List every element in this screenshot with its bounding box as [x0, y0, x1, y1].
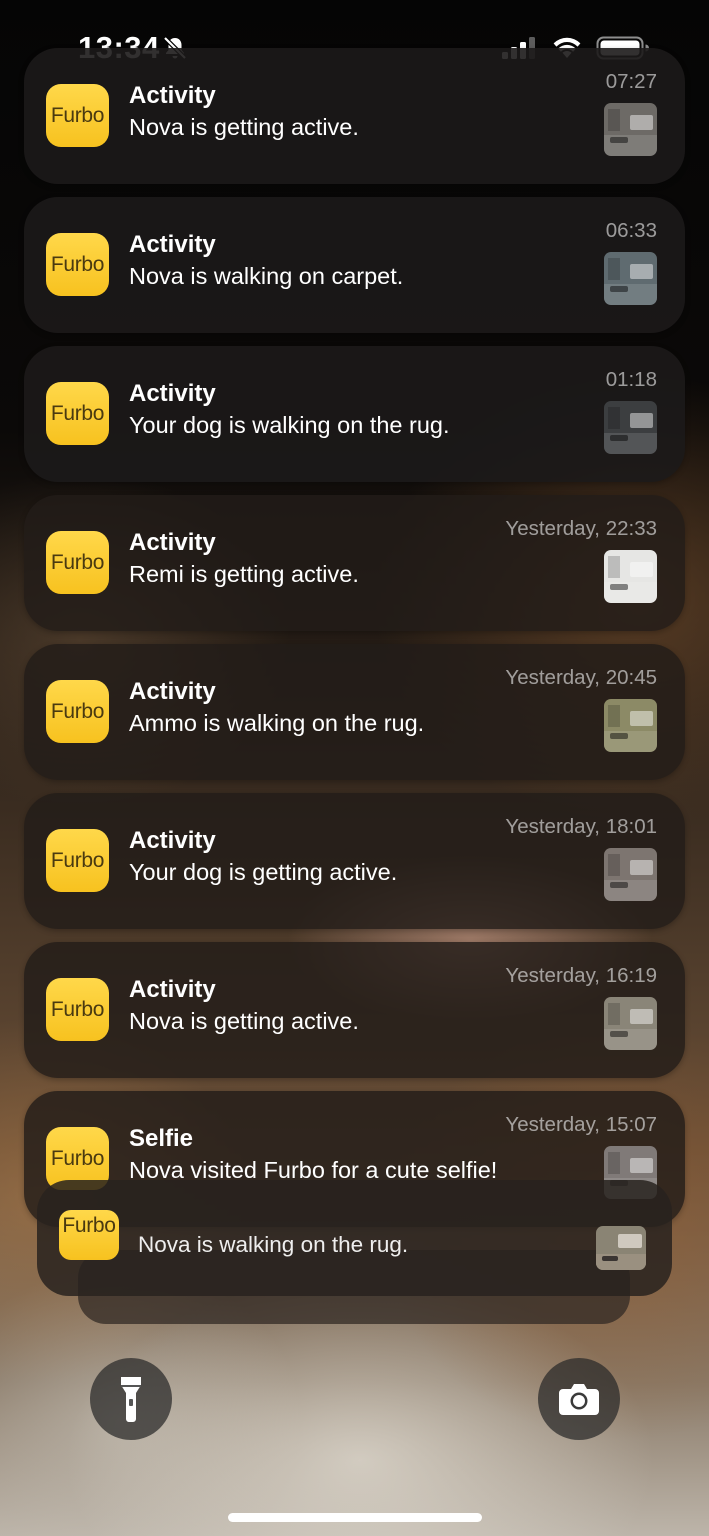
notification-body: Nova is walking on carpet. — [129, 263, 404, 289]
furbo-app-icon: Furbo — [46, 531, 109, 594]
notification-title: Activity — [129, 529, 216, 556]
furbo-app-icon: Furbo — [46, 680, 109, 743]
notification-card[interactable]: Furbo Activity Ammo is walking on the rug.… — [24, 644, 685, 780]
app-icon-label: Furbo — [50, 550, 105, 574]
furbo-app-icon: Furbo — [46, 829, 109, 892]
stacked-notification[interactable]: Furbo Nova is walking on the rug. — [37, 1180, 672, 1296]
camera-snapshot-thumbnail — [604, 699, 657, 752]
notification-time: Yesterday, 18:01 — [505, 815, 657, 838]
camera-snapshot-thumbnail — [604, 997, 657, 1050]
notification-title: Activity — [129, 82, 216, 109]
notification-time: Yesterday, 16:19 — [505, 964, 657, 987]
notification-body: Nova is getting active. — [129, 1008, 359, 1034]
notification-title: Activity — [129, 827, 216, 854]
notification-title: Selfie — [129, 1125, 194, 1152]
camera-snapshot-thumbnail — [604, 550, 657, 603]
notification-body: Ammo is walking on the rug. — [129, 710, 425, 736]
notification-card[interactable]: Furbo Activity Nova is walking on carpet. 0… — [24, 197, 685, 333]
camera-snapshot-thumbnail — [604, 401, 657, 454]
notification-time: 07:27 — [605, 70, 657, 93]
notification-body: Nova is walking on the rug. — [138, 1232, 409, 1257]
app-icon-label: Furbo — [50, 252, 105, 276]
notification-body: Your dog is getting active. — [129, 859, 398, 885]
notification-time: Yesterday, 15:07 — [505, 1113, 657, 1136]
notification-body: Nova is getting active. — [129, 114, 359, 140]
notification-card[interactable]: Furbo Activity Remi is getting active. Yest… — [24, 495, 685, 631]
furbo-app-icon: Furbo — [46, 382, 109, 445]
notification-time: 06:33 — [605, 219, 657, 242]
notification-title: Activity — [129, 380, 216, 407]
app-icon-label: Furbo — [50, 997, 105, 1021]
notification-card[interactable]: Furbo Activity Nova is getting active. 07:2… — [24, 48, 685, 184]
notification-title: Activity — [129, 678, 216, 705]
notification-body: Your dog is walking on the rug. — [129, 412, 450, 438]
camera-snapshot-thumbnail — [604, 848, 657, 901]
app-icon-label: Furbo — [50, 103, 105, 127]
camera-icon — [559, 1384, 599, 1415]
app-icon-label: Furbo — [50, 848, 105, 872]
flashlight-icon — [121, 1377, 141, 1422]
app-icon-label: Furbo — [50, 401, 105, 425]
notification-body: Remi is getting active. — [129, 561, 359, 587]
flashlight-button[interactable] — [90, 1358, 172, 1440]
home-indicator[interactable] — [228, 1513, 482, 1522]
camera-snapshot-thumbnail — [604, 252, 657, 305]
notification-title: Activity — [129, 231, 216, 258]
furbo-app-icon: Furbo — [59, 1210, 119, 1260]
furbo-app-icon: Furbo — [46, 978, 109, 1041]
notification-time: Yesterday, 22:33 — [505, 517, 657, 540]
notification-card[interactable]: Furbo Activity Your dog is getting active.… — [24, 793, 685, 929]
app-icon-label: Furbo — [62, 1214, 116, 1237]
notification-time: Yesterday, 20:45 — [505, 666, 657, 689]
notification-card[interactable]: Furbo Activity Your dog is walking on the … — [24, 346, 685, 482]
lock-screen: 13:34 FurboActivityNova is getting activ… — [0, 0, 709, 1536]
app-icon-label: Furbo — [50, 699, 105, 723]
furbo-app-icon: Furbo — [46, 84, 109, 147]
furbo-app-icon: Furbo — [46, 233, 109, 296]
camera-snapshot-thumbnail — [596, 1226, 646, 1270]
notification-card[interactable]: Furbo Activity Nova is getting active. Yest… — [24, 942, 685, 1078]
notification-title: Activity — [129, 976, 216, 1003]
camera-snapshot-thumbnail — [604, 103, 657, 156]
app-icon-label: Furbo — [50, 1146, 105, 1170]
camera-button[interactable] — [538, 1358, 620, 1440]
notification-time: 01:18 — [605, 368, 657, 391]
